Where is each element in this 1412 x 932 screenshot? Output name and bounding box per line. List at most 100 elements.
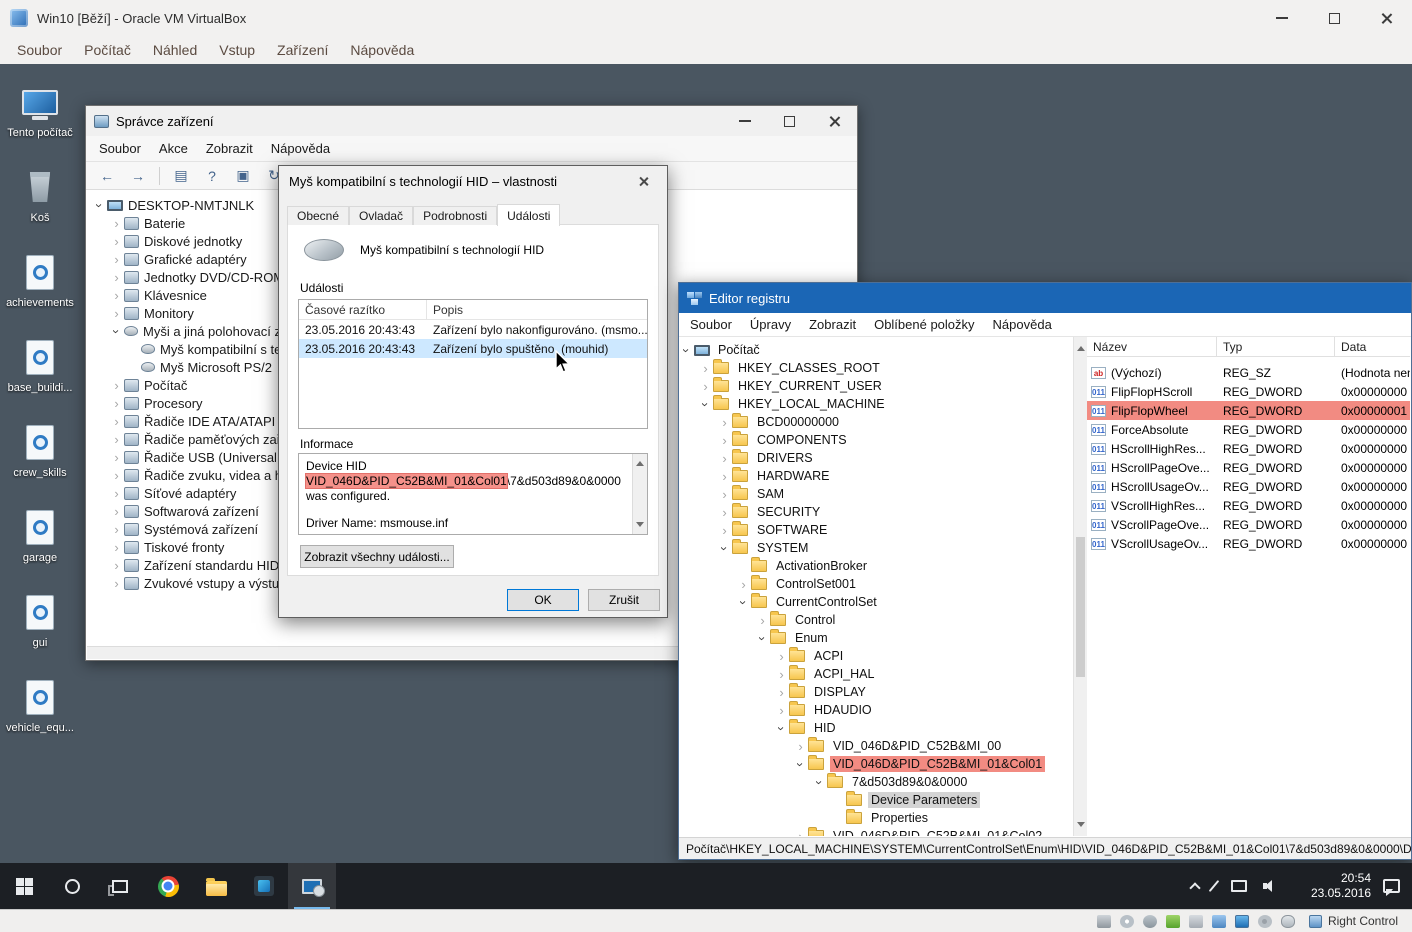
expand-arrow-icon[interactable]: › (110, 307, 123, 320)
expand-arrow-icon[interactable]: › (110, 415, 123, 428)
event-row[interactable]: 23.05.2016 20:43:43Zařízení bylo spuštěn… (299, 339, 647, 358)
toolbar-back-button[interactable]: ← (94, 165, 120, 187)
expand-arrow-icon[interactable]: › (718, 434, 731, 447)
ok-button[interactable]: OK (507, 589, 579, 611)
taskbar-device-manager-button[interactable] (288, 863, 336, 909)
expand-arrow-icon[interactable]: › (775, 650, 788, 663)
registry-tree-item[interactable]: ›CurrentControlSet (680, 593, 1073, 611)
information-scrollbar[interactable] (632, 454, 647, 534)
registry-value-row[interactable]: 011ForceAbsoluteREG_DWORD0x00000000 (0) (1087, 420, 1410, 439)
name-column-header[interactable]: Název (1087, 337, 1217, 356)
vbox-menu-item[interactable]: Zařízení (266, 38, 339, 62)
expand-arrow-icon[interactable]: › (699, 362, 712, 375)
expand-arrow-icon[interactable]: › (110, 235, 123, 248)
registry-value-row[interactable]: 011VScrollUsageOv...REG_DWORD0x00000000 … (1087, 534, 1410, 553)
registry-tree-item[interactable]: ›Enum (680, 629, 1073, 647)
toolbar-properties-button[interactable]: ▣ (230, 165, 256, 187)
expand-arrow-icon[interactable]: › (756, 614, 769, 627)
dm-menu-item[interactable]: Nápověda (262, 137, 339, 160)
expand-arrow-icon[interactable]: › (775, 686, 788, 699)
video-capture-status-icon[interactable] (1258, 915, 1272, 928)
expand-arrow-icon[interactable]: › (110, 379, 123, 392)
dm-close-button[interactable] (812, 107, 857, 136)
registry-editor-titlebar[interactable]: Editor registru (679, 283, 1411, 313)
dm-minimize-button[interactable] (722, 107, 767, 136)
expand-arrow-icon[interactable]: › (110, 325, 123, 338)
taskbar-app-button[interactable] (240, 863, 288, 909)
dm-menu-item[interactable]: Zobrazit (197, 137, 262, 160)
dm-maximize-button[interactable] (767, 107, 812, 136)
registry-tree-item[interactable]: Properties (680, 809, 1073, 827)
desktop-icon[interactable]: Tento počítač (2, 82, 78, 139)
scroll-down-icon[interactable] (636, 522, 644, 531)
registry-value-row[interactable]: 011HScrollUsageOv...REG_DWORD0x00000000 … (1087, 477, 1410, 496)
registry-value-row[interactable]: 011VScrollPageOve...REG_DWORD0x00000000 … (1087, 515, 1410, 534)
registry-tree-item[interactable]: ›ACPI_HAL (680, 665, 1073, 683)
audio-status-icon[interactable] (1143, 915, 1157, 928)
dialog-titlebar[interactable]: Myš kompatibilní s technologií HID – vla… (279, 166, 667, 196)
scroll-down-icon[interactable] (1077, 822, 1085, 831)
taskbar-task-view-button[interactable] (96, 863, 144, 909)
tab-Ovladač[interactable]: Ovladač (349, 206, 413, 225)
desktop-icon[interactable]: garage (2, 507, 78, 564)
desktop-icon[interactable]: gui (2, 592, 78, 649)
expand-arrow-icon[interactable]: › (680, 344, 693, 357)
shared-folders-status-icon[interactable] (1212, 915, 1226, 928)
registry-tree-item[interactable]: ›7&d503d89&0&0000 (680, 773, 1073, 791)
tab-Podrobnosti[interactable]: Podrobnosti (413, 206, 497, 225)
expand-arrow-icon[interactable]: › (794, 830, 807, 837)
vbox-maximize-button[interactable] (1308, 0, 1360, 36)
tray-pen-icon[interactable] (1213, 879, 1215, 893)
expand-arrow-icon[interactable]: › (110, 217, 123, 230)
show-all-events-button[interactable]: Zobrazit všechny události... (300, 545, 454, 568)
expand-arrow-icon[interactable]: › (110, 451, 123, 464)
data-column-header[interactable]: Data (1335, 337, 1410, 356)
expand-arrow-icon[interactable]: › (718, 542, 731, 555)
registry-tree-scrollbar[interactable] (1073, 337, 1087, 836)
toolbar-help-button[interactable]: ? (199, 165, 225, 187)
registry-tree-item[interactable]: ›ACPI (680, 647, 1073, 665)
regedit-menu-item[interactable]: Úpravy (741, 313, 800, 336)
registry-tree-item[interactable]: ›SYSTEM (680, 539, 1073, 557)
expand-arrow-icon[interactable]: › (110, 505, 123, 518)
taskbar-start-button[interactable] (0, 863, 48, 909)
usb-status-icon[interactable] (1189, 915, 1203, 928)
hdd-status-icon[interactable] (1097, 915, 1111, 928)
expand-arrow-icon[interactable]: › (110, 559, 123, 572)
registry-tree-item[interactable]: ActivationBroker (680, 557, 1073, 575)
vbox-close-button[interactable] (1360, 0, 1412, 36)
desktop-icon[interactable]: vehicle_equ... (2, 677, 78, 734)
vbox-menu-item[interactable]: Počítač (73, 38, 142, 62)
desktop-icon[interactable]: base_buildi... (2, 337, 78, 394)
registry-tree-item[interactable]: ›Počítač (680, 341, 1073, 359)
registry-tree-item[interactable]: ›SECURITY (680, 503, 1073, 521)
registry-tree-item[interactable]: ›HKEY_CURRENT_USER (680, 377, 1073, 395)
hidden-icons-chevron-icon[interactable] (1189, 882, 1200, 893)
network-status-icon[interactable] (1166, 915, 1180, 928)
expand-arrow-icon[interactable]: › (718, 524, 731, 537)
expand-arrow-icon[interactable]: › (775, 704, 788, 717)
registry-tree-item[interactable]: ›COMPONENTS (680, 431, 1073, 449)
taskbar-chrome-button[interactable] (144, 863, 192, 909)
scroll-up-icon[interactable] (1077, 342, 1085, 351)
expand-arrow-icon[interactable]: › (110, 253, 123, 266)
timestamp-column-header[interactable]: Časové razítko (299, 300, 427, 319)
dm-menu-item[interactable]: Soubor (90, 137, 150, 160)
registry-tree-item[interactable]: ›Control (680, 611, 1073, 629)
expand-arrow-icon[interactable]: › (718, 506, 731, 519)
toolbar-show-button[interactable]: ▤ (168, 165, 194, 187)
expand-arrow-icon[interactable]: › (110, 577, 123, 590)
description-column-header[interactable]: Popis (427, 300, 647, 319)
desktop-icon[interactable]: achievements (2, 252, 78, 309)
expand-arrow-icon[interactable]: › (718, 416, 731, 429)
taskbar-search-button[interactable] (48, 863, 96, 909)
regedit-menu-item[interactable]: Zobrazit (800, 313, 865, 336)
expand-arrow-icon[interactable]: › (110, 397, 123, 410)
expand-arrow-icon[interactable]: › (110, 541, 123, 554)
mouse-integration-status-icon[interactable] (1281, 915, 1295, 928)
vbox-menu-item[interactable]: Náhled (142, 38, 208, 62)
registry-tree-item[interactable]: ›HKEY_CLASSES_ROOT (680, 359, 1073, 377)
vbox-minimize-button[interactable] (1256, 0, 1308, 36)
registry-value-row[interactable]: 011FlipFlopWheelREG_DWORD0x00000001 (1) (1087, 401, 1410, 420)
tray-volume-icon[interactable] (1263, 880, 1279, 892)
